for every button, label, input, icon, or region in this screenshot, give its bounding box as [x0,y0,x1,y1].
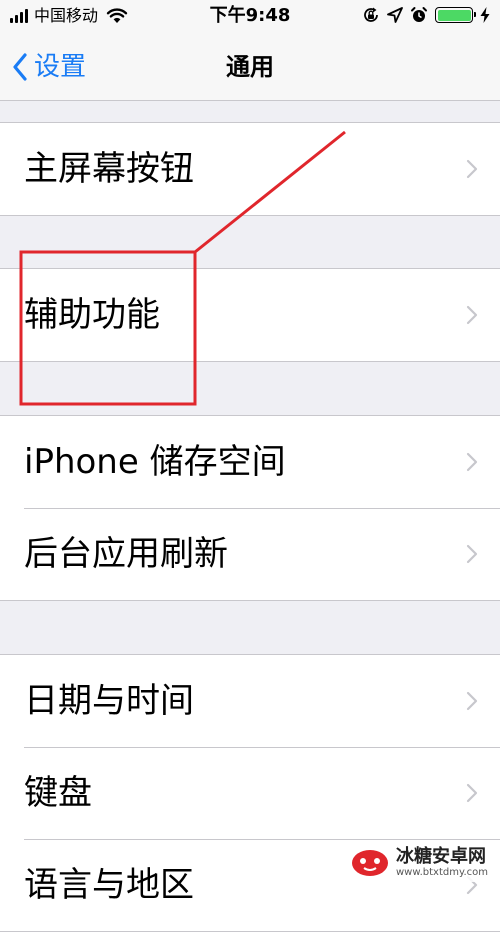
page-title: 通用 [226,53,274,81]
alarm-icon [411,7,427,22]
row-label: iPhone 储存空间 [24,442,286,482]
settings-group-accessibility: 辅助功能 [0,268,500,362]
watermark-logo-icon [351,849,388,876]
chevron-right-icon [466,452,478,472]
location-icon [387,7,403,23]
row-label: 后台应用刷新 [24,534,228,574]
row-home-button[interactable]: 主屏幕按钮 [0,123,500,215]
watermark: 冰糖安卓网 www.btxtdmy.com [343,843,494,882]
chevron-right-icon [466,544,478,564]
row-accessibility[interactable]: 辅助功能 [0,269,500,361]
battery-icon [435,7,476,23]
navigation-bar: 设置 通用 [0,34,500,101]
row-label: 辅助功能 [24,295,160,335]
settings-group-locale: 日期与时间 键盘 语言与地区 [0,654,500,932]
chevron-right-icon [466,783,478,803]
row-keyboard[interactable]: 键盘 [0,747,500,839]
watermark-url: www.btxtdmy.com [395,867,488,878]
row-background-app-refresh[interactable]: 后台应用刷新 [0,508,500,600]
chevron-right-icon [466,159,478,179]
watermark-text: 冰糖安卓网 www.btxtdmy.com [396,847,488,878]
row-date-time[interactable]: 日期与时间 [0,655,500,747]
settings-group-home: 主屏幕按钮 [0,122,500,216]
battery-level [437,9,471,21]
chevron-right-icon [466,691,478,711]
status-bar: 中国移动 下午9:48 [0,0,500,34]
row-label: 键盘 [24,773,92,813]
settings-group-storage: iPhone 储存空间 后台应用刷新 [0,415,500,601]
watermark-name: 冰糖安卓网 [395,846,486,868]
chevron-right-icon [466,305,478,325]
row-label: 日期与时间 [24,681,194,721]
status-right [362,6,490,24]
row-label: 主屏幕按钮 [24,149,194,189]
row-iphone-storage[interactable]: iPhone 储存空间 [0,416,500,508]
orientation-lock-icon [364,7,378,22]
row-label: 语言与地区 [24,865,194,905]
charging-icon [480,7,490,23]
